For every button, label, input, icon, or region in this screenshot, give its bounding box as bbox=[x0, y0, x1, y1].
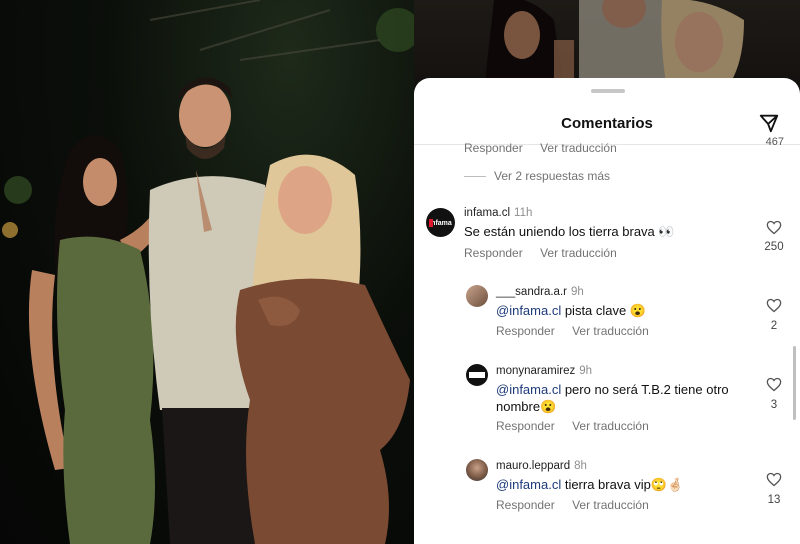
view-more-replies-button[interactable]: Ver 2 respuestas más bbox=[464, 169, 610, 183]
avatar[interactable] bbox=[466, 364, 488, 386]
heart-icon[interactable] bbox=[766, 377, 782, 392]
replies-dash bbox=[464, 175, 486, 177]
comment-header: monynaramirez 9h bbox=[496, 365, 592, 377]
comment-time: 8h bbox=[574, 460, 587, 472]
heart-icon[interactable] bbox=[766, 298, 782, 313]
like-count: 13 bbox=[767, 494, 781, 506]
comment-time: 9h bbox=[570, 286, 584, 298]
reply-button[interactable]: Responder bbox=[464, 246, 523, 260]
translate-button[interactable]: Ver traducción bbox=[572, 498, 649, 512]
comment-time: 11h bbox=[514, 207, 533, 219]
comment-item: ___sandra.a.r 9h @infama.cl pista clave 😮… bbox=[414, 283, 800, 343]
scrollbar[interactable] bbox=[793, 346, 796, 420]
comment-username[interactable]: monynaramirez bbox=[496, 365, 575, 377]
previous-like-count: 467 bbox=[765, 136, 784, 148]
mention-link[interactable]: @infama.cl bbox=[496, 303, 561, 318]
like-count: 2 bbox=[770, 320, 778, 332]
comment-actions: Responder Ver traducción bbox=[496, 324, 663, 338]
previous-comment-actions: Responder Ver traducción bbox=[464, 141, 631, 155]
screenshot-root: Comentarios Responder Ver traducción 467… bbox=[0, 0, 800, 544]
comment-username[interactable]: mauro.leppard bbox=[496, 460, 570, 472]
like-count: 3 bbox=[770, 399, 778, 411]
mention-link[interactable]: @infama.cl bbox=[496, 382, 561, 397]
reply-button[interactable]: Responder bbox=[496, 498, 555, 512]
comment-actions: Responder Ver traducción bbox=[464, 246, 631, 260]
view-more-replies-label: Ver 2 respuestas más bbox=[494, 169, 611, 183]
comment-text: @infama.cl tierra brava vip🙄🤞🏻 bbox=[496, 476, 683, 493]
reply-button[interactable]: Responder bbox=[496, 419, 555, 433]
sheet-title: Comentarios bbox=[561, 115, 653, 132]
comment-username[interactable]: infama.cl bbox=[464, 207, 510, 219]
comment-body: pista clave 😮 bbox=[561, 303, 647, 318]
comment-time: 9h bbox=[579, 365, 593, 377]
mention-link[interactable]: @infama.cl bbox=[496, 477, 561, 492]
comment-item: infama infama.cl 11h Se están uniendo los… bbox=[414, 204, 800, 266]
translate-button[interactable]: Ver traducción bbox=[572, 324, 649, 338]
comment-body: tierra brava vip🙄🤞🏻 bbox=[561, 477, 684, 492]
comment-actions: Responder Ver traducción bbox=[496, 498, 663, 512]
comment-text: @infama.cl pista clave 😮 bbox=[496, 302, 646, 319]
translate-button[interactable]: Ver traducción bbox=[572, 419, 649, 433]
comments-sheet: Comentarios Responder Ver traducción 467… bbox=[414, 78, 800, 544]
post-photo bbox=[0, 0, 414, 544]
heart-icon[interactable] bbox=[766, 220, 782, 235]
comment-header: mauro.leppard 8h bbox=[496, 460, 587, 472]
comment-username[interactable]: ___sandra.a.r bbox=[496, 286, 567, 298]
reply-button[interactable]: Responder bbox=[464, 141, 523, 155]
avatar[interactable]: infama bbox=[426, 208, 455, 237]
comment-item: monynaramirez 9h @infama.cl pero no será … bbox=[414, 362, 800, 442]
heart-icon[interactable] bbox=[766, 472, 782, 487]
translate-button[interactable]: Ver traducción bbox=[540, 141, 617, 155]
comment-header: ___sandra.a.r 9h bbox=[496, 286, 584, 298]
reply-button[interactable]: Responder bbox=[496, 324, 555, 338]
translate-button[interactable]: Ver traducción bbox=[540, 246, 617, 260]
comment-text: @infama.cl pero no será T.B.2 tiene otro… bbox=[496, 381, 746, 415]
like-count: 250 bbox=[764, 241, 784, 253]
avatar[interactable] bbox=[466, 459, 488, 481]
paper-plane-icon[interactable] bbox=[758, 112, 780, 134]
comment-header: infama.cl 11h bbox=[464, 207, 532, 219]
comment-text: Se están uniendo los tierra brava 👀 bbox=[464, 224, 675, 239]
comment-item: mauro.leppard 8h @infama.cl tierra brava … bbox=[414, 457, 800, 517]
sheet-grabber[interactable] bbox=[591, 89, 625, 93]
comment-actions: Responder Ver traducción bbox=[496, 419, 663, 433]
avatar[interactable] bbox=[466, 285, 488, 307]
